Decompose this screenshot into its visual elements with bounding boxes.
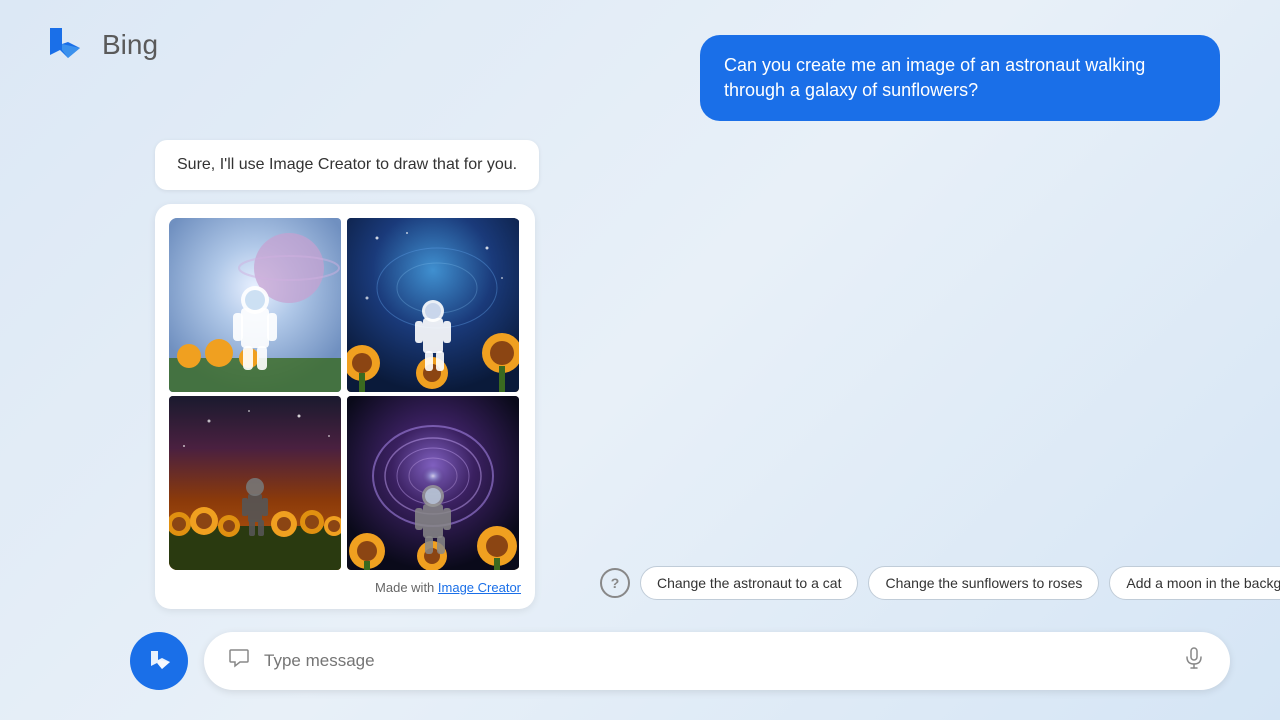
suggestion-chips-container: ? Change the astronaut to a cat Change t…	[600, 566, 1280, 600]
chip-add-moon[interactable]: Add a moon in the background	[1109, 566, 1280, 600]
bot-text-bubble: Sure, I'll use Image Creator to draw tha…	[155, 140, 539, 190]
generated-image-3[interactable]	[169, 396, 341, 570]
chip-change-sunflowers[interactable]: Change the sunflowers to roses	[868, 566, 1099, 600]
made-with-label: Made with Image Creator	[169, 580, 521, 595]
bing-title: Bing	[102, 29, 158, 61]
generated-image-1[interactable]	[169, 218, 341, 392]
input-bar	[130, 632, 1230, 690]
chat-icon	[228, 647, 250, 675]
image-grid-container: Made with Image Creator	[155, 204, 535, 609]
microphone-icon[interactable]	[1182, 646, 1206, 676]
made-with-text: Made with	[375, 580, 438, 595]
bot-response-area: Sure, I'll use Image Creator to draw tha…	[155, 140, 539, 609]
generated-image-2[interactable]	[347, 218, 519, 392]
header: Bing	[40, 20, 158, 70]
image-grid	[169, 218, 521, 570]
image-creator-link[interactable]: Image Creator	[438, 580, 521, 595]
message-input[interactable]	[264, 651, 1168, 671]
help-icon[interactable]: ?	[600, 568, 630, 598]
bing-logo-icon	[40, 20, 90, 70]
bot-response-text: Sure, I'll use Image Creator to draw tha…	[177, 156, 517, 173]
bing-action-button[interactable]	[130, 632, 188, 690]
user-message-bubble: Can you create me an image of an astrona…	[700, 35, 1220, 121]
message-input-container	[204, 632, 1230, 690]
user-message-text: Can you create me an image of an astrona…	[724, 55, 1145, 100]
generated-image-4[interactable]	[347, 396, 519, 570]
chip-change-astronaut[interactable]: Change the astronaut to a cat	[640, 566, 858, 600]
bing-sparkle-icon	[144, 646, 174, 676]
